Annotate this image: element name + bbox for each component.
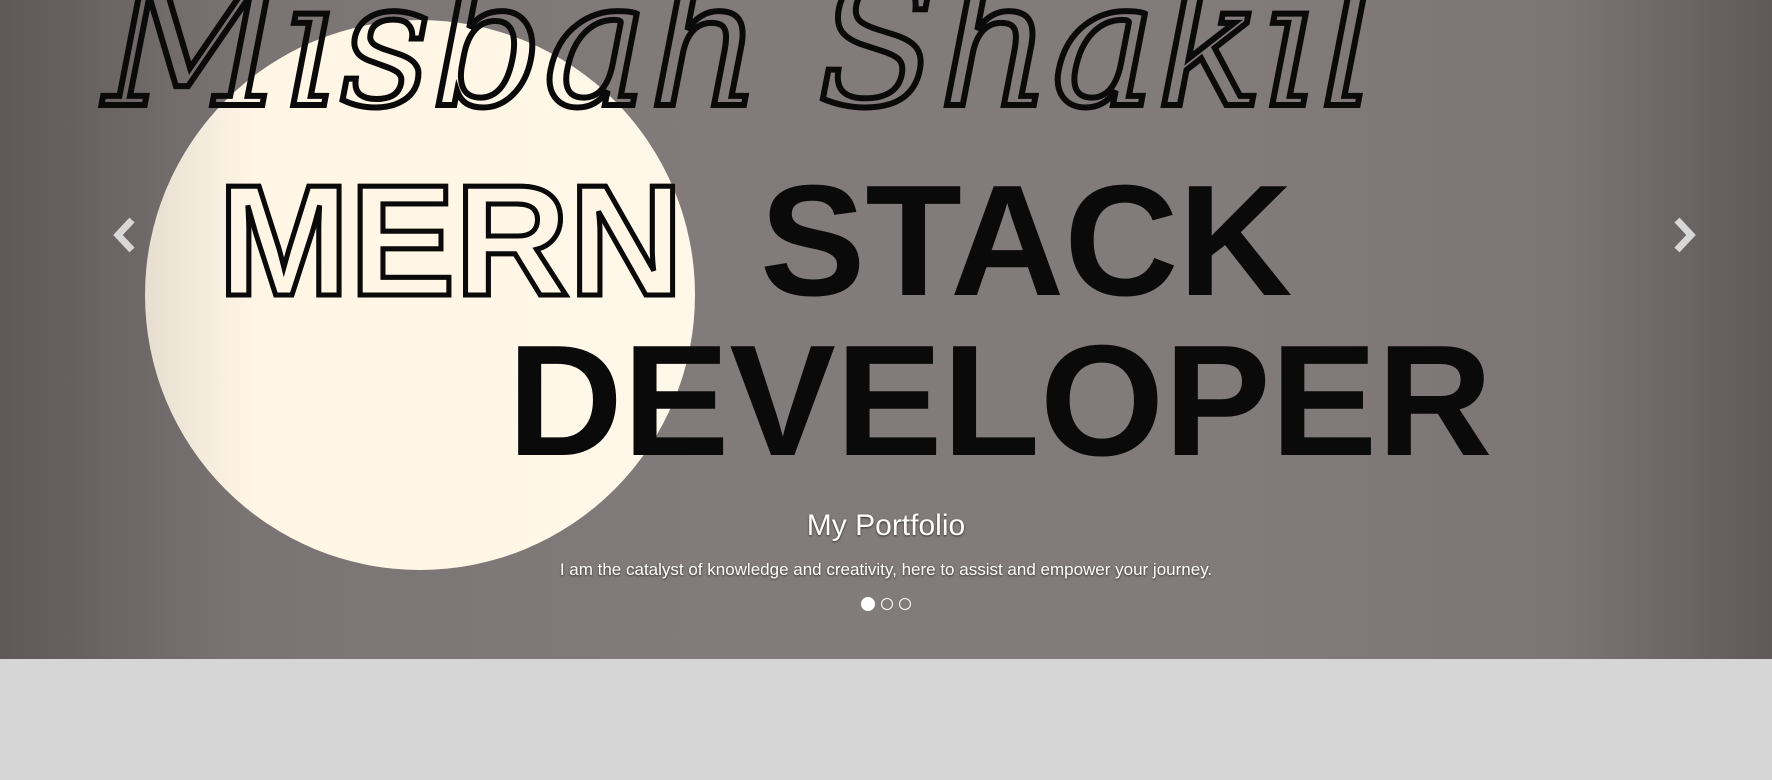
carousel-indicator-1[interactable] — [861, 597, 875, 611]
page-body-area — [0, 659, 1772, 780]
chevron-left-icon — [113, 217, 135, 253]
carousel-prev-button[interactable] — [95, 200, 155, 270]
carousel-indicator-3[interactable] — [899, 598, 911, 610]
carousel-indicator-2[interactable] — [881, 598, 893, 610]
headline-mern-outline-inner: MERN — [218, 153, 683, 329]
headline-developer: DEVELOPER — [508, 313, 1493, 489]
caption-text: I am the catalyst of knowledge and creat… — [559, 560, 1213, 579]
hero-carousel: Misbah Shakil MERN MERN STACK DEVELOPER … — [0, 0, 1772, 659]
carousel-next-button[interactable] — [1654, 200, 1714, 270]
chevron-right-icon — [1674, 217, 1696, 253]
hero-name: Misbah Shakil — [101, 0, 1376, 147]
headline-stack: STACK — [760, 153, 1292, 329]
caption-title: My Portfolio — [806, 509, 966, 542]
carousel-indicators — [0, 597, 1772, 611]
